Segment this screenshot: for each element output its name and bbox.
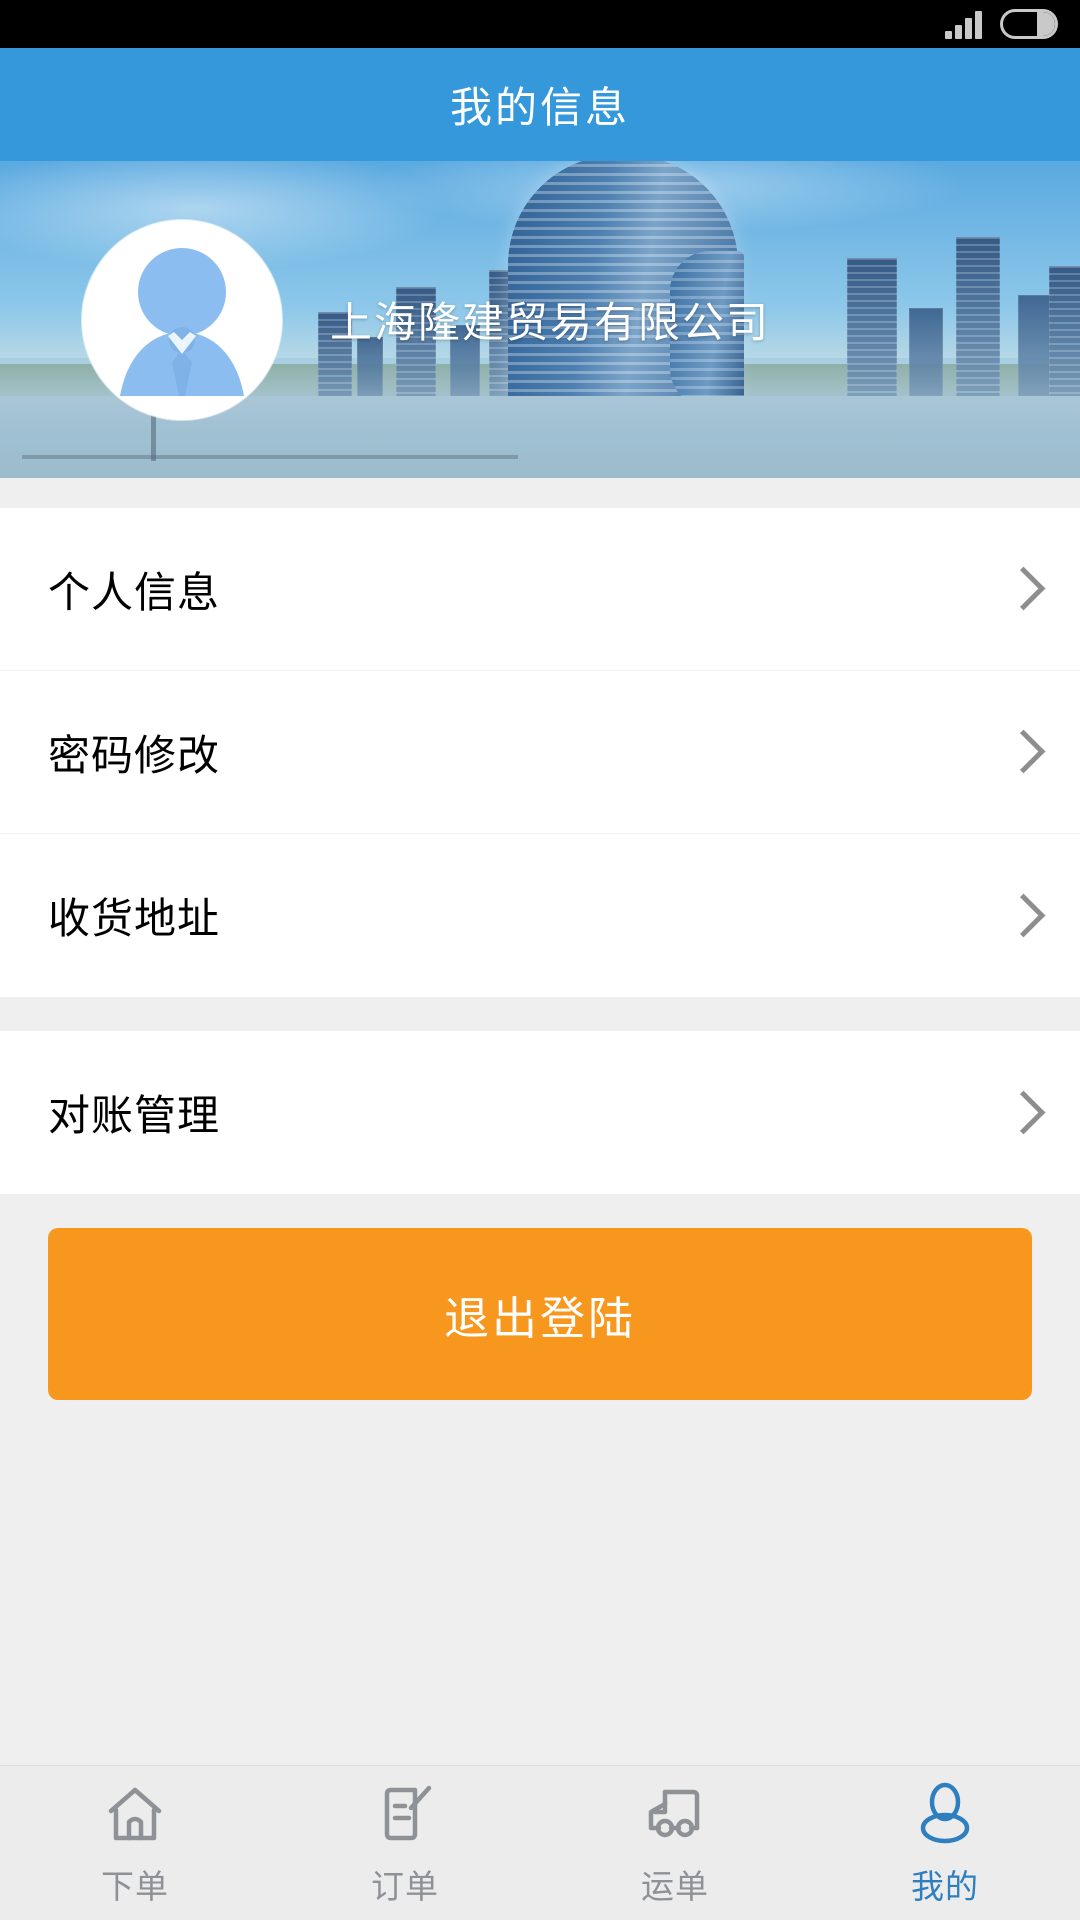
status-bar [0, 0, 1080, 48]
tab-label: 订单 [371, 1867, 439, 1906]
chevron-right-icon [1006, 566, 1032, 612]
menu-group-account: 个人信息 密码修改 收货地址 [0, 508, 1080, 997]
user-avatar-icon [120, 247, 244, 396]
tab-label: 运单 [641, 1867, 709, 1906]
truck-icon [641, 1778, 709, 1850]
header-bar: 我的信息 [0, 48, 1080, 161]
section-gap-middle [0, 997, 1080, 1031]
profile-banner: 上海隆建贸易有限公司 [0, 161, 1080, 478]
battery-icon [1000, 9, 1058, 39]
menu-item-label: 对账管理 [48, 1091, 221, 1140]
tab-orders[interactable]: 订单 [270, 1766, 540, 1920]
menu-item-label: 个人信息 [48, 567, 221, 617]
menu-item-personal-info[interactable]: 个人信息 [0, 508, 1080, 671]
menu-item-label: 密码修改 [48, 730, 221, 780]
section-gap-top [0, 478, 1080, 508]
chevron-right-icon [1006, 1090, 1032, 1136]
menu-item-shipping-address[interactable]: 收货地址 [0, 834, 1080, 997]
order-edit-icon [371, 1778, 439, 1850]
logout-button[interactable]: 退出登陆 [48, 1228, 1032, 1400]
page-title: 我的信息 [449, 83, 630, 132]
home-icon [101, 1778, 169, 1850]
profile-row: 上海隆建贸易有限公司 [0, 219, 1080, 420]
content-filler [0, 1400, 1080, 1765]
signal-bars-icon [945, 9, 982, 39]
avatar[interactable] [82, 219, 282, 420]
logout-section: 退出登陆 [0, 1194, 1080, 1400]
tab-place-order[interactable]: 下单 [0, 1766, 270, 1920]
status-bar-icons [945, 9, 1058, 39]
chevron-right-icon [1006, 893, 1032, 939]
tab-profile[interactable]: 我的 [810, 1766, 1080, 1920]
bottom-tab-bar: 下单 订单 运单 我的 [0, 1765, 1080, 1920]
tab-waybills[interactable]: 运单 [540, 1766, 810, 1920]
menu-item-reconciliation[interactable]: 对账管理 [0, 1031, 1080, 1194]
app-root: 我的信息 上海隆建贸易有限公司 个人信息 密码修改 收货地址 对账管理 退出登陆… [0, 0, 1080, 1920]
tab-label: 我的 [911, 1867, 979, 1906]
company-name: 上海隆建贸易有限公司 [330, 298, 771, 347]
menu-item-change-password[interactable]: 密码修改 [0, 671, 1080, 834]
banner-pier [21, 402, 519, 461]
menu-item-label: 收货地址 [48, 894, 221, 943]
chevron-right-icon [1006, 729, 1032, 775]
person-icon [911, 1778, 979, 1850]
menu-group-finance: 对账管理 [0, 1031, 1080, 1194]
tab-label: 下单 [101, 1867, 169, 1906]
